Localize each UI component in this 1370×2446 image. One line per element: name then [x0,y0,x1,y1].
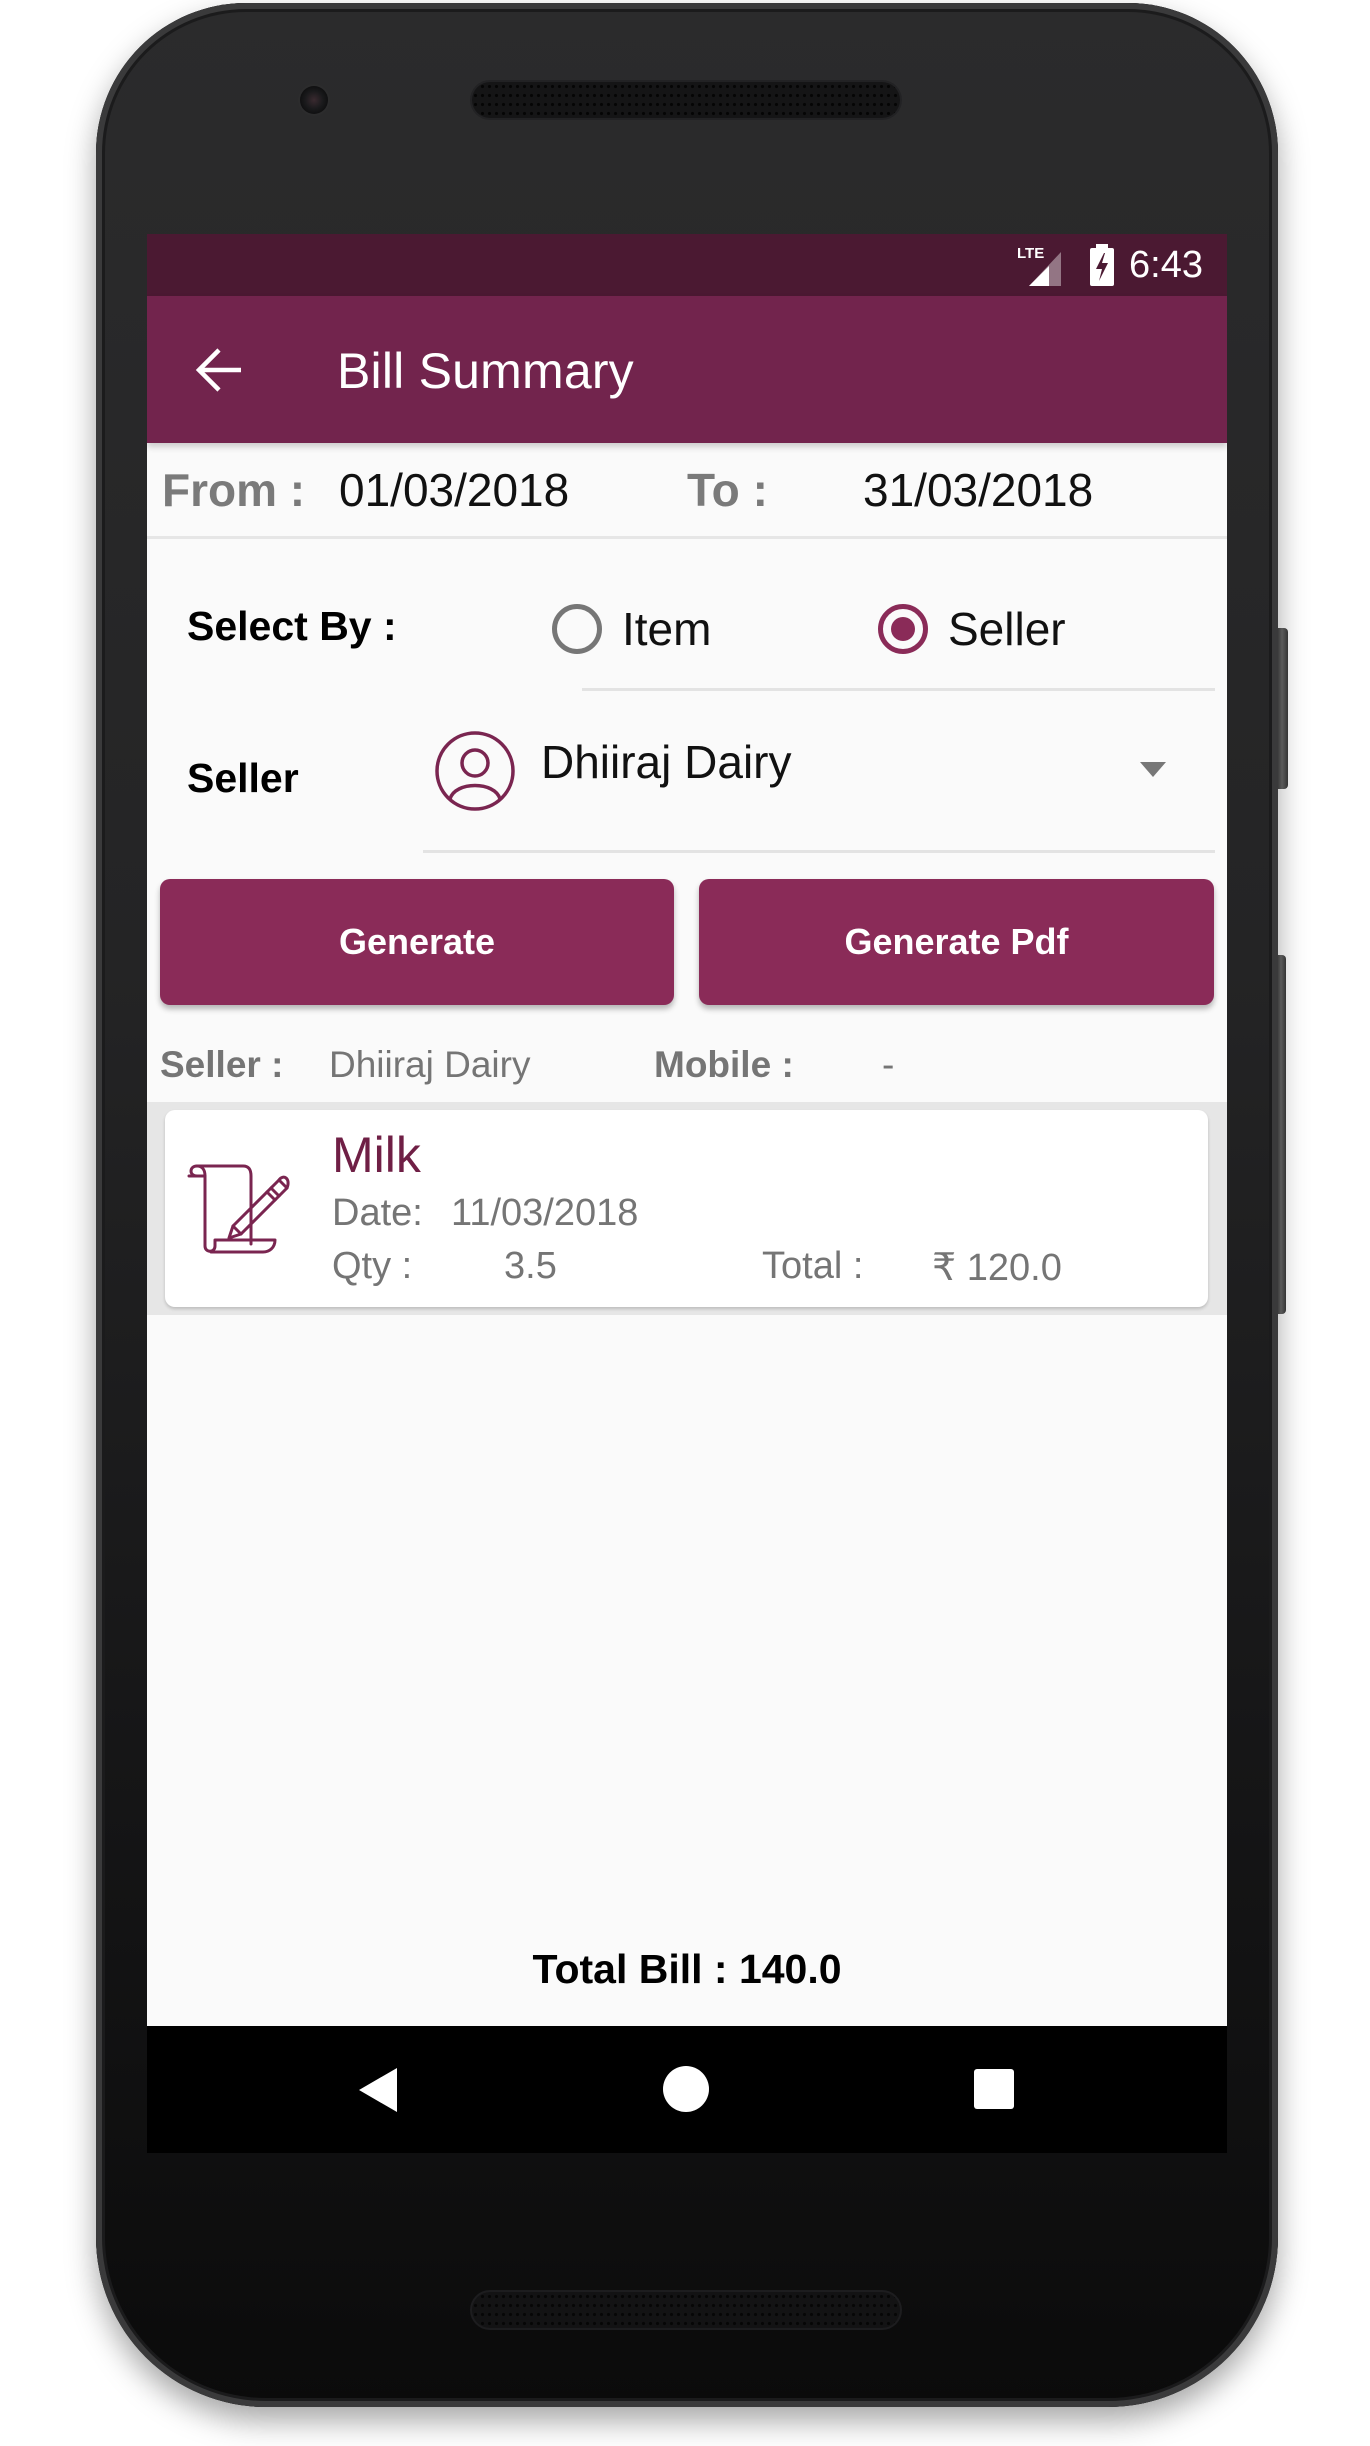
radio-item-label: Item [622,603,712,655]
radio-item[interactable]: Item [552,601,711,657]
seller-label: Seller [187,755,299,801]
arrow-back-icon[interactable] [189,340,249,400]
total-bill: Total Bill : 140.0 [532,1946,842,1992]
select-by-label: Select By : [187,603,397,649]
generate-pdf-button[interactable]: Generate Pdf [699,879,1214,1005]
bill-qty-value: 3.5 [504,1245,557,1287]
nav-back-icon[interactable] [359,2068,397,2112]
bill-total-value: ₹ 120.0 [932,1247,1062,1289]
seller-dropdown[interactable]: Dhiiraj Dairy [541,735,791,789]
bill-item-name: Milk [332,1127,421,1183]
bill-total-label: Total : [762,1245,864,1287]
app-screen: LTE 6:43 Bill Summary From : 01/03/2018 … [147,234,1227,2153]
person-circle-icon [435,731,515,811]
nav-home-icon[interactable] [663,2066,709,2112]
generate-button[interactable]: Generate [160,879,674,1005]
chevron-down-icon[interactable] [1140,762,1166,777]
mobile-label: Mobile : [654,1044,794,1085]
bill-qty-label: Qty : [332,1245,413,1287]
nav-recents-icon[interactable] [974,2069,1014,2109]
seller-info-label: Seller : [160,1044,284,1085]
seller-info-row: Seller : Dhiiraj Dairy Mobile : - [147,1034,1227,1102]
date-range-row: From : 01/03/2018 To : 31/03/2018 [147,443,1227,539]
radio-seller[interactable]: Seller [878,601,1066,657]
seller-info-value: Dhiiraj Dairy [329,1044,531,1085]
battery-charging-icon [1090,244,1114,286]
from-label: From : [162,464,306,516]
system-nav-bar [147,2026,1227,2153]
status-bar: LTE 6:43 [147,234,1227,296]
lte-signal-icon: LTE [1017,245,1061,286]
bill-date-value: 11/03/2018 [451,1192,639,1234]
bottom-speaker [472,2292,900,2328]
seller-select-row: Seller Dhiiraj Dairy [147,691,1227,853]
mobile-value: - [882,1044,895,1085]
list-item[interactable]: Milk Date: 11/03/2018 Qty : 3.5 Total : … [165,1110,1208,1307]
lte-text: LTE [1017,245,1044,262]
app-bar: Bill Summary [147,296,1227,443]
bill-date-label: Date: [332,1192,423,1234]
radio-checked-icon [878,604,928,654]
earpiece-speaker [472,82,900,118]
from-date-field[interactable]: 01/03/2018 [339,463,569,517]
page-title: Bill Summary [337,343,634,399]
front-camera [300,86,328,114]
scroll-pencil-icon [187,1164,290,1254]
select-by-row: Select By : Item Seller [147,539,1227,691]
status-time: 6:43 [1129,244,1203,286]
radio-seller-label: Seller [948,603,1066,655]
radio-unchecked-icon [552,604,602,654]
to-label: To : [687,464,768,516]
to-date-field[interactable]: 31/03/2018 [863,463,1093,517]
divider [423,850,1215,853]
bill-list: Milk Date: 11/03/2018 Qty : 3.5 Total : … [147,1102,1227,1315]
